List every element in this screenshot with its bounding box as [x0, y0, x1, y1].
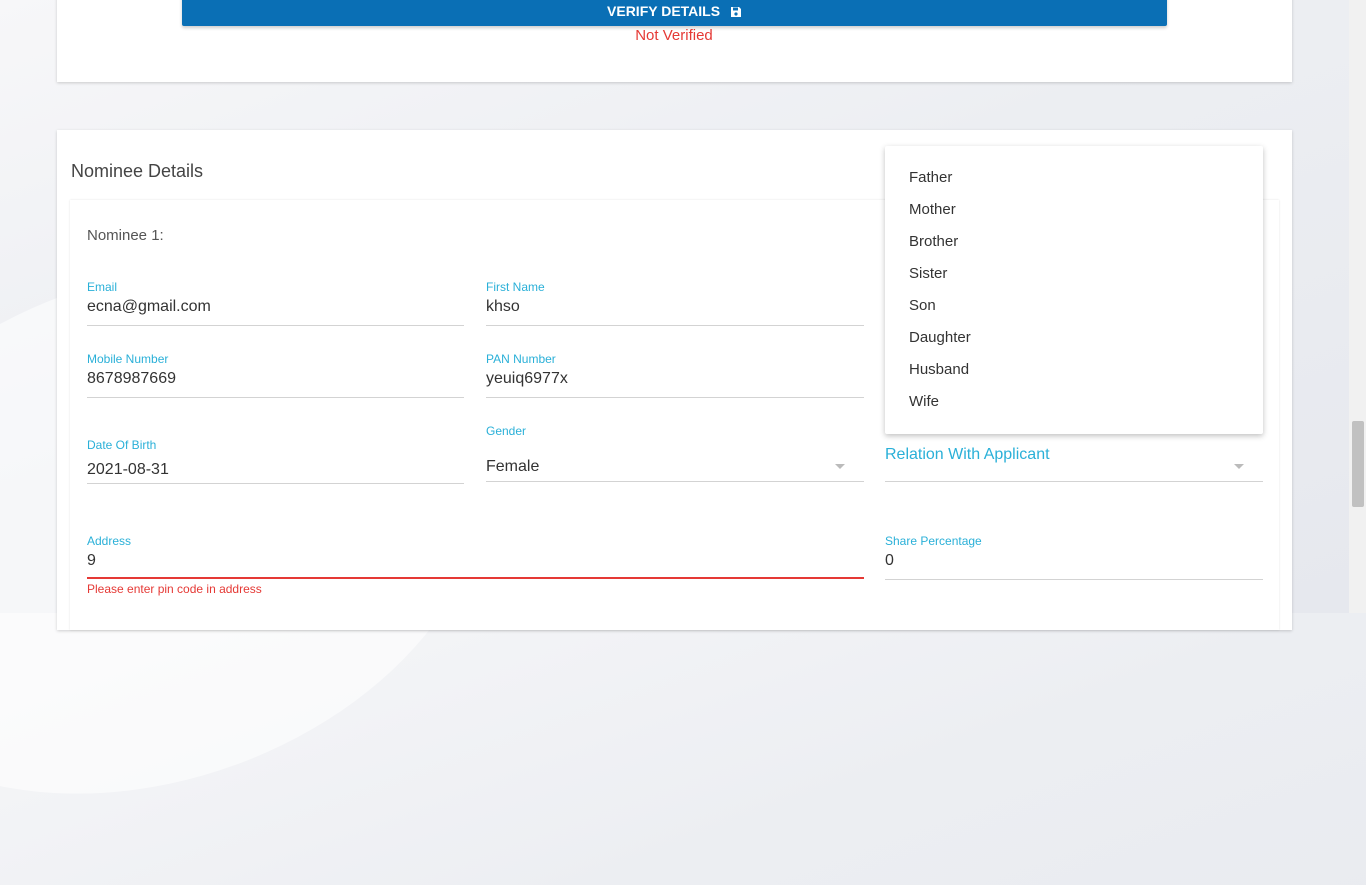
email-field[interactable]: Email ecna@gmail.com [87, 280, 464, 326]
page-scrollbar[interactable] [1349, 0, 1366, 613]
relation-underline [885, 481, 1263, 482]
save-icon [730, 5, 742, 21]
gender-value: Female [486, 458, 540, 475]
address-label: Address [87, 534, 132, 548]
share-percentage-field[interactable]: Share Percentage 0 [885, 534, 1263, 580]
first-name-field[interactable]: First Name khso [486, 280, 864, 326]
share-value: 0 [885, 552, 894, 569]
email-underline [87, 325, 464, 326]
dob-underline [87, 483, 464, 484]
verification-status: Not Verified [635, 27, 713, 44]
mobile-underline [87, 397, 464, 398]
mobile-value: 8678987669 [87, 370, 176, 387]
address-underline [87, 577, 864, 579]
chevron-down-icon [1234, 464, 1244, 469]
relation-option-father[interactable]: Father [885, 162, 1263, 194]
relation-option-sister[interactable]: Sister [885, 258, 1263, 290]
relation-option-daughter[interactable]: Daughter [885, 322, 1263, 354]
relation-dropdown-menu: Father Mother Brother Sister Son Daughte… [885, 146, 1263, 434]
address-field[interactable]: Address 9 [87, 534, 864, 580]
relation-option-wife[interactable]: Wife [885, 386, 1263, 418]
verify-button-label: VERIFY DETAILS [607, 2, 721, 19]
relation-option-brother[interactable]: Brother [885, 226, 1263, 258]
pan-value: yeuiq6977x [486, 370, 568, 387]
mobile-label: Mobile Number [87, 352, 169, 366]
verify-details-button[interactable]: VERIFY DETAILS [182, 0, 1167, 26]
relation-option-mother[interactable]: Mother [885, 194, 1263, 226]
dob-label: Date Of Birth [87, 438, 157, 452]
dob-field[interactable]: Date Of Birth 2021-08-31 [87, 438, 464, 484]
relation-option-husband[interactable]: Husband [885, 354, 1263, 386]
pan-field[interactable]: PAN Number yeuiq6977x [486, 352, 864, 398]
email-value: ecna@gmail.com [87, 298, 211, 315]
pan-label: PAN Number [486, 352, 556, 366]
mobile-field[interactable]: Mobile Number 8678987669 [87, 352, 464, 398]
scrollbar-thumb[interactable] [1352, 421, 1364, 507]
gender-select[interactable]: Gender Female [486, 424, 864, 482]
section-title: Nominee Details [71, 161, 204, 181]
share-label: Share Percentage [885, 534, 982, 548]
relation-option-son[interactable]: Son [885, 290, 1263, 322]
dob-value: 2021-08-31 [87, 461, 169, 478]
share-underline [885, 579, 1263, 580]
gender-label: Gender [486, 424, 527, 438]
first-name-underline [486, 325, 864, 326]
address-error: Please enter pin code in address [87, 582, 262, 596]
first-name-value: khso [486, 298, 520, 315]
relation-label: Relation With Applicant [885, 446, 1050, 463]
chevron-down-icon [835, 464, 845, 469]
relation-select[interactable]: Relation With Applicant [885, 446, 1263, 482]
nominee-title: Nominee 1: [87, 227, 164, 244]
pan-underline [486, 397, 864, 398]
gender-underline [486, 481, 864, 482]
address-value: 9 [87, 552, 96, 569]
first-name-label: First Name [486, 280, 545, 294]
email-label: Email [87, 280, 118, 294]
